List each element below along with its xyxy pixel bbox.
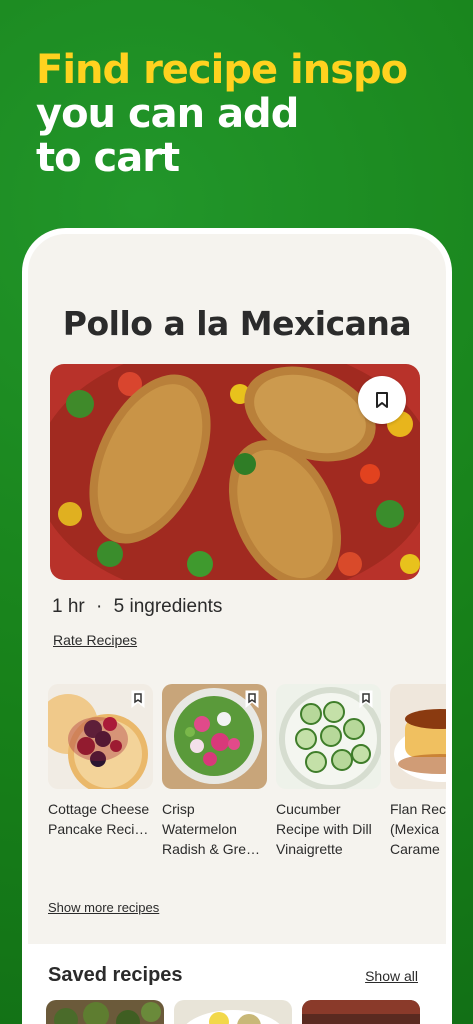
recipe-time: 1 hr <box>52 596 85 617</box>
recipe-ingredient-count: 5 ingredients <box>113 596 223 617</box>
recipe-title: Pollo a la Mexicana <box>62 304 412 343</box>
show-more-recipes-link[interactable]: Show more recipes <box>48 900 159 915</box>
saved-recipe-thumb[interactable] <box>46 1000 164 1024</box>
headline-line-1: Find recipe inspo <box>36 47 408 93</box>
rate-recipes-link[interactable]: Rate Recipes <box>53 632 137 648</box>
recipe-card-image <box>276 684 381 789</box>
chocolate-dessert-image <box>302 1000 420 1024</box>
recipe-card-name: Crisp Watermelon Radish & Gre… <box>162 801 261 857</box>
saved-recipe-thumb[interactable] <box>174 1000 292 1024</box>
bookmark-icon[interactable] <box>245 690 259 708</box>
bookmark-icon <box>376 392 388 408</box>
lemon-dish-image <box>174 1000 292 1024</box>
recipe-card[interactable]: Cottage Cheese Pancake Reci… <box>48 684 153 874</box>
bookmark-icon[interactable] <box>131 690 145 708</box>
saved-recipes-panel: Saved recipes Show all <box>28 944 446 1024</box>
recipe-card-image <box>390 684 446 789</box>
recipe-card-name: Cucumber Recipe with Dill Vinaigrette <box>276 801 372 857</box>
headline-line-2: you can add <box>36 91 299 137</box>
recipe-card-name: Flan Rec (Mexica Carame <box>390 801 447 857</box>
headline-line-3: to cart <box>36 135 180 181</box>
related-recipes-carousel[interactable]: Cottage Cheese Pancake Reci… Crisp Water… <box>48 684 447 874</box>
recipe-meta: 1 hr · 5 ingredients <box>52 596 222 618</box>
recipe-card-name: Cottage Cheese Pancake Reci… <box>48 801 150 837</box>
recipe-card-image <box>48 684 153 789</box>
brussels-sprouts-image <box>46 1000 164 1024</box>
headline: Find recipe inspo you can add to cart <box>36 47 408 181</box>
recipe-card[interactable]: Cucumber Recipe with Dill Vinaigrette <box>276 684 381 874</box>
recipe-hero-image[interactable] <box>50 364 420 580</box>
saved-recipes-strip[interactable] <box>46 1000 420 1024</box>
bookmark-icon[interactable] <box>359 690 373 708</box>
bookmark-button[interactable] <box>358 376 406 424</box>
flan-image <box>390 684 446 789</box>
recipe-card[interactable]: Crisp Watermelon Radish & Gre… <box>162 684 267 874</box>
show-all-link[interactable]: Show all <box>365 968 418 984</box>
saved-recipes-title: Saved recipes <box>48 964 183 986</box>
phone-frame: Pollo a la Mexicana 1 hr · 5 ingredients… <box>22 228 452 1024</box>
recipe-card[interactable]: Flan Rec (Mexica Carame <box>390 684 447 874</box>
meta-separator: · <box>96 596 103 617</box>
saved-recipe-thumb[interactable] <box>302 1000 420 1024</box>
recipe-card-image <box>162 684 267 789</box>
